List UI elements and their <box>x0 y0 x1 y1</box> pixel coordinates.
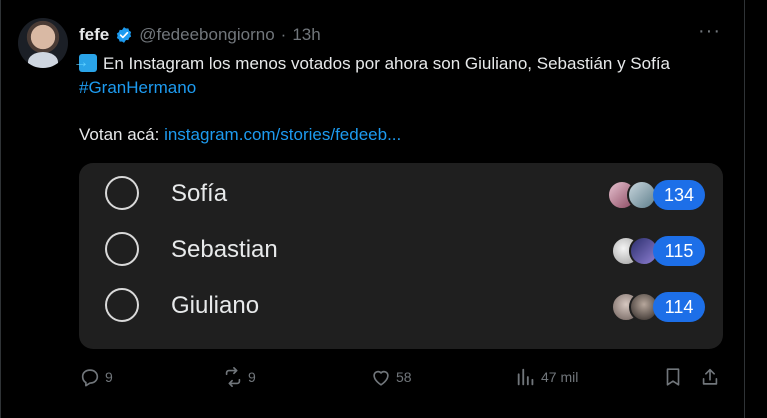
retweet-button[interactable]: 9 <box>222 366 256 388</box>
radio-button[interactable] <box>105 288 139 322</box>
poll-option-label: Giuliano <box>171 292 260 319</box>
share-button[interactable] <box>699 366 721 388</box>
heart-icon <box>373 370 389 386</box>
radio-button[interactable] <box>105 176 139 210</box>
arrow-into-phone-emoji-icon <box>73 51 97 75</box>
reply-count: 9 <box>105 369 113 385</box>
votan-line: Votan acá: instagram.com/stories/fedeeb.… <box>79 125 401 145</box>
tweet-text-main: En Instagram los menos votados por ahora… <box>103 54 670 73</box>
more-options-icon[interactable]: ··· <box>698 20 721 43</box>
share-icon <box>702 368 718 385</box>
hashtag-link[interactable]: #GranHermano <box>79 78 196 97</box>
timestamp[interactable]: 13h <box>292 25 320 45</box>
vote-count-badge: 115 <box>653 236 705 266</box>
votan-prefix: Votan acá: <box>79 125 160 144</box>
avatar[interactable] <box>18 18 68 68</box>
poll-option-sebastian[interactable]: Sebastian 115 <box>79 223 723 279</box>
reply-button[interactable]: 9 <box>79 366 113 388</box>
views-chart-icon <box>517 368 534 386</box>
reply-icon <box>81 369 99 387</box>
retweet-count: 9 <box>248 369 256 385</box>
poll-option-sofia[interactable]: Sofía 134 <box>79 167 723 223</box>
vote-count-badge: 114 <box>653 292 705 322</box>
verified-badge-icon <box>117 27 132 43</box>
separator-dot: · <box>280 25 287 44</box>
bookmark-icon <box>666 368 680 386</box>
like-count: 58 <box>396 369 412 385</box>
tweet-actions: 9 9 58 47 mil <box>0 366 767 392</box>
instagram-link[interactable]: instagram.com/stories/fedeeb... <box>164 125 401 144</box>
like-button[interactable]: 58 <box>370 366 412 388</box>
tweet-text: En Instagram los menos votados por ahora… <box>73 51 739 100</box>
bookmark-button[interactable] <box>662 366 684 388</box>
tweet[interactable]: fefe @fedeebongiorno · 13h ··· En Instag… <box>0 0 767 418</box>
tweet-header: fefe @fedeebongiorno · 13h <box>79 25 321 45</box>
retweet-icon <box>225 367 241 387</box>
poll-card: Sofía 134 Sebastian 115 Giuliano 114 <box>79 163 723 349</box>
views-button[interactable]: 47 mil <box>515 366 578 388</box>
vote-count-badge: 134 <box>653 180 705 210</box>
poll-option-label: Sebastian <box>171 236 278 263</box>
poll-option-label: Sofía <box>171 180 228 207</box>
views-count: 47 mil <box>541 369 579 385</box>
author-name[interactable]: fefe <box>79 25 109 45</box>
radio-button[interactable] <box>105 232 139 266</box>
author-handle[interactable]: @fedeebongiorno <box>139 25 274 45</box>
poll-option-giuliano[interactable]: Giuliano 114 <box>79 279 723 335</box>
